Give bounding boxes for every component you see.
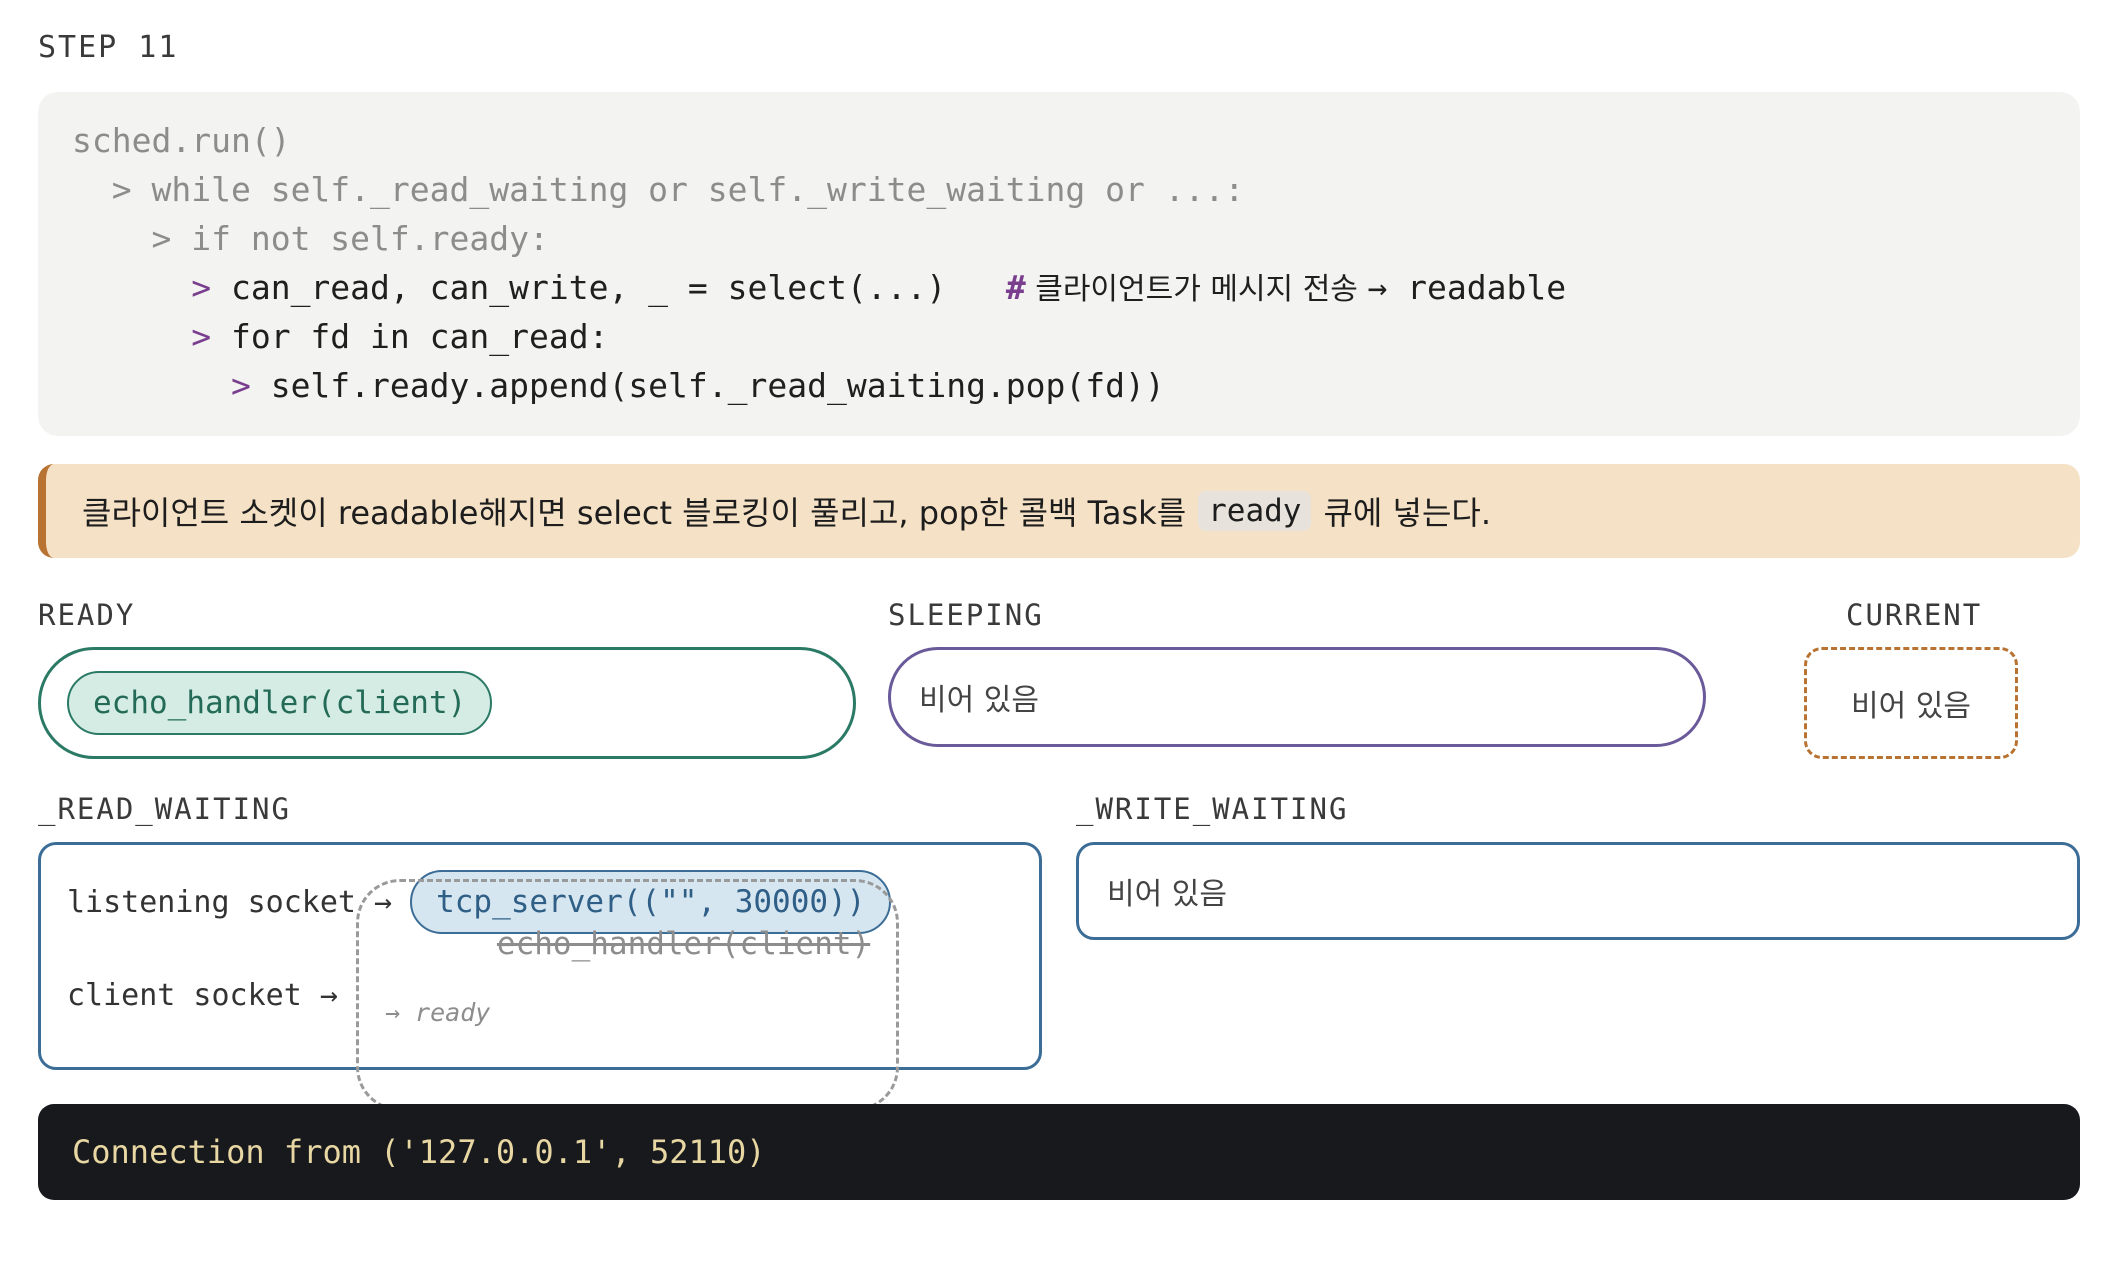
read-waiting-map: listening socket → tcp_server(("", 30000… bbox=[38, 842, 1042, 1111]
current-task-slot: 비어 있음 bbox=[1804, 647, 2018, 759]
console-output: Connection from ('127.0.0.1', 52110) bbox=[38, 1104, 2080, 1200]
code-line: > while self._read_waiting or self._writ… bbox=[111, 170, 1245, 209]
current-task-label: CURRENT bbox=[1846, 598, 1983, 632]
empty-state: 비어 있음 bbox=[1851, 689, 1971, 724]
fd-label: listening socket → bbox=[67, 884, 393, 920]
caret-icon: > bbox=[151, 219, 172, 258]
caret-icon: > bbox=[191, 268, 212, 307]
step-label: STEP 11 bbox=[38, 30, 179, 65]
write-waiting-map: 비어 있음 bbox=[1076, 842, 2080, 940]
read-waiting-label: _READ_WAITING bbox=[38, 792, 291, 826]
empty-state: 비어 있음 bbox=[1107, 877, 1227, 912]
read-waiting-entry-removed: client socket → echo_handler(client) → r… bbox=[67, 879, 1013, 1111]
sleeping-queue: 비어 있음 bbox=[888, 647, 1706, 747]
caret-icon: > bbox=[230, 366, 251, 405]
task-chip: echo_handler(client) bbox=[67, 671, 493, 735]
inline-code-ready: ready bbox=[1198, 491, 1312, 531]
ready-queue: echo_handler(client) bbox=[38, 647, 856, 759]
explanation-note: 클라이언트 소켓이 readable해지면 select 블로킹이 풀리고, p… bbox=[38, 464, 2080, 558]
code-line: > self.ready.append(self._read_waiting.p… bbox=[230, 366, 1165, 405]
note-text-before: 클라이언트 소켓이 readable해지면 select 블로킹이 풀리고, p… bbox=[82, 494, 1187, 532]
sleeping-queue-label: SLEEPING bbox=[888, 598, 1044, 632]
write-waiting-label: _WRITE_WAITING bbox=[1076, 792, 1349, 826]
code-line-select: > can_read, can_write, _ = select(...) #… bbox=[191, 268, 1567, 307]
moved-to-ready-hint: → ready bbox=[384, 998, 491, 1027]
empty-state: 비어 있음 bbox=[919, 683, 1039, 718]
code-line: sched.run() bbox=[72, 121, 291, 160]
caret-icon: > bbox=[191, 317, 212, 356]
fd-label: client socket → bbox=[67, 977, 338, 1013]
comment-marker: # bbox=[1005, 268, 1026, 307]
removed-task-name: echo_handler(client) bbox=[496, 926, 871, 962]
note-text-after: 큐에 넣는다. bbox=[1323, 494, 1492, 532]
removed-task-chip: echo_handler(client) → ready bbox=[355, 879, 900, 1111]
caret-icon: > bbox=[111, 170, 132, 209]
ready-queue-label: READY bbox=[38, 598, 136, 632]
code-line: > for fd in can_read: bbox=[191, 317, 609, 356]
code-line: > if not self.ready: bbox=[151, 219, 549, 258]
code-trace: sched.run() > while self._read_waiting o… bbox=[38, 92, 2080, 436]
code-comment: 클라이언트가 메시지 전송 bbox=[1025, 272, 1368, 307]
